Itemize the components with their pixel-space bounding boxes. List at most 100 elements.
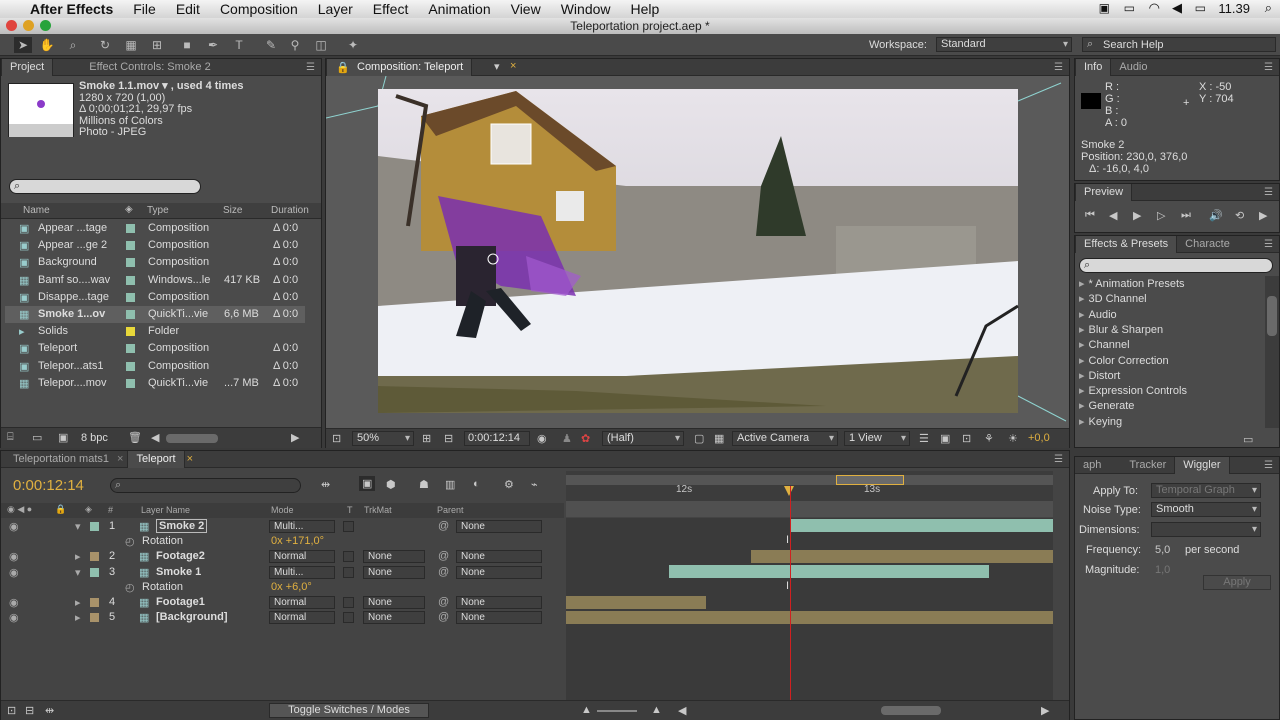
comp-viewport[interactable]: [326, 76, 1069, 426]
col-t[interactable]: T: [347, 505, 353, 515]
col-name[interactable]: Name: [23, 205, 50, 216]
preserve-transparency-checkbox[interactable]: [343, 551, 354, 562]
in-out-icon[interactable]: ⇹: [45, 704, 54, 717]
layer-label-swatch[interactable]: [90, 552, 99, 561]
twirl-icon[interactable]: ▸: [75, 611, 81, 624]
keyframe-icon[interactable]: I: [786, 534, 789, 546]
effect-category[interactable]: ▸ Distort: [1079, 369, 1120, 384]
timeline-icon[interactable]: ⊡: [962, 432, 971, 445]
twirl-icon[interactable]: ▾: [75, 566, 81, 579]
label-color-swatch[interactable]: [126, 344, 135, 354]
project-item[interactable]: ▣ Appear ...tage Composition Δ 0:0: [5, 220, 305, 237]
label-column-icon[interactable]: ◈: [85, 504, 92, 515]
layer-mode-dropdown[interactable]: Normal: [269, 550, 335, 563]
label-column-icon[interactable]: ◈: [125, 204, 133, 215]
layer-bar-smoke-1[interactable]: [669, 565, 989, 578]
label-color-swatch[interactable]: [126, 327, 135, 337]
horizontal-scrollbar[interactable]: [166, 434, 218, 443]
av-features-icon[interactable]: ◉ ◀ ●: [7, 504, 32, 515]
close-tab-icon[interactable]: ×: [185, 453, 193, 465]
disclosure-triangle-icon[interactable]: ▸: [1079, 339, 1085, 351]
rectangle-tool-icon[interactable]: ■: [178, 37, 196, 53]
layer-name[interactable]: Smoke 2: [156, 519, 208, 533]
panel-menu-icon[interactable]: ☰: [306, 62, 315, 73]
layer-bar-footage2[interactable]: [751, 550, 1053, 563]
label-color-swatch[interactable]: [126, 241, 135, 251]
camera-dropdown[interactable]: Active Camera: [732, 431, 838, 446]
timeline-property-row[interactable]: ◴ Rotation 0x +171,0°: [1, 534, 564, 549]
transparency-grid-icon[interactable]: ▦: [714, 432, 724, 445]
new-composition-icon[interactable]: ▣: [58, 431, 68, 444]
mute-audio-icon[interactable]: 🔊: [1209, 209, 1223, 222]
tab-teleportation-mats1[interactable]: Teleportation mats1: [1, 451, 117, 468]
timeline-search-input[interactable]: ⌕: [110, 478, 301, 493]
project-item[interactable]: ▦ Telepor....mov QuickTi...vie ...7 MB Δ 0:0: [5, 375, 305, 392]
brush-tool-icon[interactable]: ✎: [262, 37, 280, 53]
pickwhip-icon[interactable]: @: [438, 566, 449, 578]
project-item[interactable]: ▦ Bamf so....wav Windows...le 417 KB Δ 0:0: [5, 272, 305, 289]
project-item[interactable]: ▣ Background Composition Δ 0:0: [5, 254, 305, 271]
stopwatch-icon[interactable]: ◴: [125, 581, 135, 594]
pen-tool-icon[interactable]: ✒: [204, 37, 222, 53]
parent-dropdown[interactable]: None: [456, 520, 542, 533]
timeline-layer-row[interactable]: ◉ ▾ 3 ▦ Smoke 1 Multi... None @ None: [1, 565, 564, 580]
next-frame-icon[interactable]: ▷: [1157, 209, 1165, 222]
hand-tool-icon[interactable]: ✋: [38, 37, 56, 53]
menu-animation[interactable]: Animation: [418, 0, 500, 18]
trkmat-dropdown[interactable]: None: [363, 611, 425, 624]
disclosure-triangle-icon[interactable]: ▸: [1079, 293, 1085, 305]
parent-dropdown[interactable]: None: [456, 611, 542, 624]
brainstorm-icon[interactable]: ⚙: [504, 478, 514, 491]
tab-character[interactable]: Characte: [1177, 236, 1238, 253]
tab-graph[interactable]: aph: [1075, 457, 1109, 474]
effect-category[interactable]: ▸ Channel: [1079, 338, 1130, 353]
eraser-tool-icon[interactable]: ◫: [312, 37, 330, 53]
layer-name[interactable]: [Background]: [156, 611, 228, 623]
search-help-field[interactable]: ⌕ Search Help: [1082, 37, 1276, 52]
disclosure-triangle-icon[interactable]: ▸: [1079, 385, 1085, 397]
scroll-left-icon[interactable]: ◀: [678, 704, 686, 717]
tab-info[interactable]: Info: [1075, 58, 1112, 76]
display-icon[interactable]: ▭: [1124, 1, 1135, 15]
timeline-layer-row[interactable]: ◉ ▾ 1 ▦ Smoke 2 Multi... @ None: [1, 519, 564, 534]
parent-dropdown[interactable]: None: [456, 596, 542, 609]
twirl-icon[interactable]: ▾: [75, 520, 81, 533]
label-color-swatch[interactable]: [126, 361, 135, 371]
col-number[interactable]: #: [108, 505, 113, 515]
project-item[interactable]: ▣ Appear ...ge 2 Composition Δ 0:0: [5, 237, 305, 254]
timeline-timecode[interactable]: 0:00:12:14: [13, 477, 84, 494]
interpret-footage-icon[interactable]: ⌸: [7, 431, 14, 444]
property-value[interactable]: 0x +171,0°: [271, 535, 324, 547]
last-frame-icon[interactable]: ⏭: [1181, 209, 1191, 222]
trkmat-dropdown[interactable]: None: [363, 550, 425, 563]
disclosure-triangle-icon[interactable]: ▸: [1079, 416, 1085, 428]
layer-bar-footage1[interactable]: [566, 596, 706, 609]
transfer-controls-icon[interactable]: ⊟: [25, 704, 34, 717]
menu-help[interactable]: Help: [621, 0, 670, 18]
preserve-transparency-checkbox[interactable]: [343, 567, 354, 578]
rotate-tool-icon[interactable]: ↻: [96, 37, 114, 53]
clone-stamp-tool-icon[interactable]: ⚲: [286, 37, 304, 53]
puppet-tool-icon[interactable]: ✦: [344, 37, 362, 53]
label-color-swatch[interactable]: [126, 224, 135, 233]
minimize-window-icon[interactable]: [23, 20, 34, 31]
toggle-switches-modes-button[interactable]: Toggle Switches / Modes: [269, 703, 429, 718]
layer-mode-dropdown[interactable]: Multi...: [269, 566, 335, 579]
panel-menu-icon[interactable]: ☰: [1264, 239, 1273, 250]
comp-dropdown-icon[interactable]: ▾: [494, 60, 500, 73]
first-frame-icon[interactable]: ⏮: [1085, 209, 1095, 222]
effect-category[interactable]: ▸ * Animation Presets: [1079, 277, 1185, 292]
fast-previews-icon[interactable]: ▣: [940, 432, 950, 445]
draft-3d-icon[interactable]: ⬢: [386, 478, 396, 491]
effect-category[interactable]: ▸ Audio: [1079, 308, 1117, 323]
loop-icon[interactable]: ⟲: [1235, 209, 1244, 222]
lock-icon[interactable]: 🔒: [336, 61, 350, 74]
playhead-line[interactable]: [790, 486, 791, 701]
tab-audio[interactable]: Audio: [1111, 59, 1155, 76]
twirl-icon[interactable]: ▸: [75, 550, 81, 563]
zoom-tool-icon[interactable]: ⌕: [64, 37, 82, 53]
safe-zones-icon[interactable]: ⊟: [444, 432, 453, 445]
wifi-icon[interactable]: ◠: [1149, 0, 1160, 16]
magnitude-value[interactable]: 1,0: [1155, 564, 1170, 576]
project-search-input[interactable]: ⌕: [9, 179, 201, 194]
